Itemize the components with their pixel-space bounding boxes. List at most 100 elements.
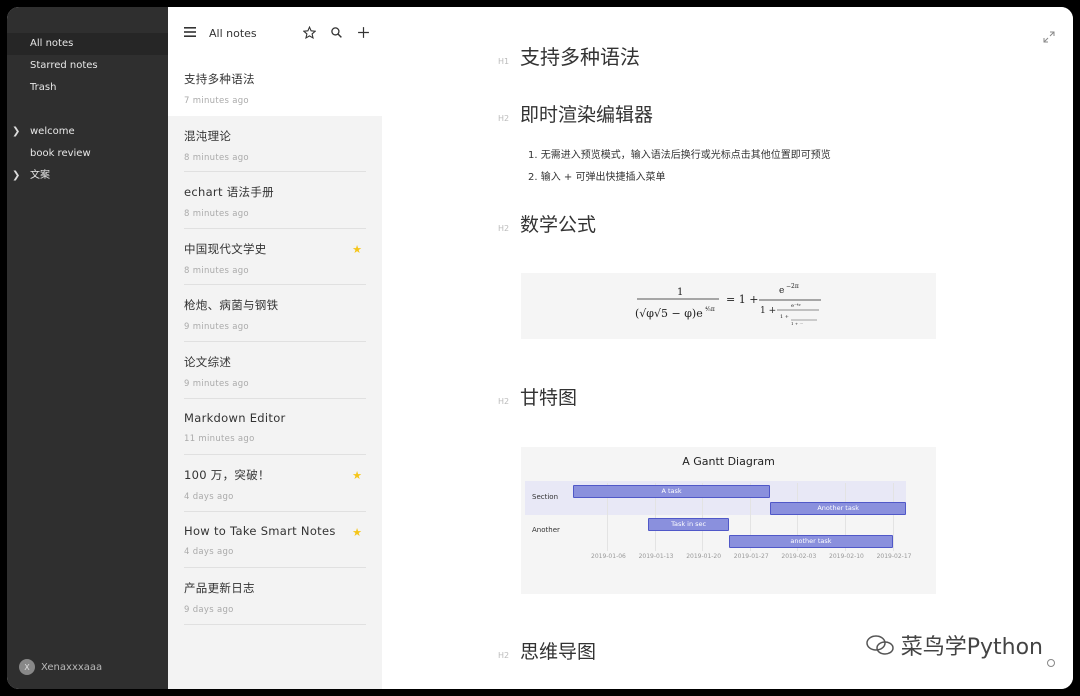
folder-label: 文案 xyxy=(30,170,50,181)
note-title: 支持多种语法 xyxy=(184,72,255,86)
list-item: 2. 输入 + 可弹出快捷插入菜单 xyxy=(528,172,666,183)
heading-text: 即时渲染编辑器 xyxy=(520,104,654,126)
gantt-tick-label: 2019-02-03 xyxy=(781,553,817,560)
menu-icon[interactable] xyxy=(183,26,197,40)
folder-label: book review xyxy=(30,148,91,159)
heading-h2: H2 即时渲染编辑器 xyxy=(498,100,653,127)
list-item: 1. 无需进入预览模式，输入语法后换行或光标点击其他位置即可预览 xyxy=(528,150,831,161)
note-list-title: All notes xyxy=(209,26,257,40)
user-profile[interactable]: X Xenaxxxaaa xyxy=(19,659,102,675)
gantt-section-label: Section xyxy=(532,493,559,501)
sidebar-item-trash[interactable]: Trash xyxy=(7,77,168,99)
svg-text:1 +: 1 + xyxy=(780,314,789,320)
note-list-header: All notes xyxy=(168,7,382,59)
gantt-tick-label: 2019-02-17 xyxy=(876,553,912,560)
svg-text:1: 1 xyxy=(677,287,683,298)
note-timestamp: 9 minutes ago xyxy=(184,322,249,333)
gantt-gridline xyxy=(892,483,894,551)
note-list-item[interactable]: Markdown Editor 11 minutes ago xyxy=(168,399,382,456)
svg-text:e: e xyxy=(779,286,784,296)
note-timestamp: 9 minutes ago xyxy=(184,378,249,389)
sidebar-item-starred-notes[interactable]: Starred notes xyxy=(7,55,168,77)
svg-text:−2π: −2π xyxy=(786,283,799,290)
note-list-item[interactable]: 支持多种语法 7 minutes ago xyxy=(168,59,382,116)
expand-icon[interactable] xyxy=(1043,31,1055,43)
note-title: 混沌理论 xyxy=(184,128,232,143)
note-list-item[interactable]: echart 语法手册 8 minutes ago xyxy=(168,172,382,229)
note-title: echart 语法手册 xyxy=(184,185,274,200)
gantt-task-bar: A task xyxy=(573,485,771,498)
note-list-item[interactable]: How to Take Smart Notes 4 days ago ★ xyxy=(168,512,382,569)
folder-welcome[interactable]: ❯ welcome xyxy=(7,121,168,143)
note-title: 中国现代文学史 xyxy=(184,241,267,256)
math-formula-block[interactable]: 1 (√φ√5 − φ)e ⁴⁄₅π = 1 + e −2π 1 + e⁻⁴ᵖ … xyxy=(521,273,936,339)
ordered-list: 1. 无需进入预览模式，输入语法后换行或光标点击其他位置即可预览 2. 输入 +… xyxy=(528,145,831,189)
note-title: 产品更新日志 xyxy=(184,581,255,596)
note-title: 论文综述 xyxy=(184,354,232,369)
svg-text:1 +: 1 + xyxy=(760,306,776,316)
heading-h2: H2 思维导图 xyxy=(498,637,596,664)
editor[interactable]: H1 支持多种语法 H2 即时渲染编辑器 1. 无需进入预览模式，输入语法后换行… xyxy=(382,7,1073,689)
note-list-item[interactable]: 枪炮、病菌与钢铁 9 minutes ago xyxy=(168,285,382,342)
folder-book-review[interactable]: book review xyxy=(7,143,168,165)
sidebar-item-label: Trash xyxy=(30,82,57,93)
watermark-text: 菜鸟学Python xyxy=(900,635,1043,660)
note-timestamp: 8 minutes ago xyxy=(184,152,249,163)
plus-icon[interactable] xyxy=(356,26,370,40)
heading-tag: H2 xyxy=(498,224,510,233)
wechat-logo-icon xyxy=(865,635,894,655)
note-title: 枪炮、病菌与钢铁 xyxy=(184,298,279,313)
note-title: 100 万，突破！ xyxy=(184,468,270,483)
sidebar-nav: All notes Starred notes Trash xyxy=(7,33,168,99)
svg-text:1 + ···: 1 + ··· xyxy=(791,321,803,326)
note-list-item[interactable]: 混沌理论 8 minutes ago xyxy=(168,116,382,173)
app-window: All notes Starred notes Trash ❯ welcome b… xyxy=(7,7,1073,689)
sync-icon[interactable] xyxy=(1047,659,1055,667)
svg-text:⁴⁄₅π: ⁴⁄₅π xyxy=(705,306,715,313)
folder-label: welcome xyxy=(30,126,75,137)
heading-text: 甘特图 xyxy=(520,387,578,409)
heading-tag: H2 xyxy=(498,651,510,660)
heading-text: 数学公式 xyxy=(520,214,597,236)
star-outline-icon[interactable] xyxy=(302,25,316,40)
note-timestamp: 9 days ago xyxy=(184,605,234,616)
gantt-tick-label: 2019-01-13 xyxy=(638,553,674,560)
user-name: Xenaxxxaaa xyxy=(41,661,103,673)
svg-text:= 1 +: = 1 + xyxy=(726,293,758,306)
heading-h2: H2 甘特图 xyxy=(498,383,577,410)
note-list: All notes 支持多种语法 7 minutes ago 混沌理论 8 minut… xyxy=(168,7,382,689)
sidebar-folders: ❯ welcome book review ❯ 文案 xyxy=(7,121,168,187)
gantt-section-label: Another xyxy=(532,526,560,534)
star-filled-icon[interactable]: ★ xyxy=(352,526,362,539)
search-icon[interactable] xyxy=(329,26,343,40)
heading-text: 思维导图 xyxy=(520,641,597,663)
svg-text:(√φ√5 − φ)e: (√φ√5 − φ)e xyxy=(635,307,703,320)
sidebar-item-label: All notes xyxy=(30,38,74,49)
folder-wenan[interactable]: ❯ 文案 xyxy=(7,165,168,187)
sidebar: All notes Starred notes Trash ❯ welcome b… xyxy=(7,7,168,689)
star-filled-icon[interactable]: ★ xyxy=(352,469,362,482)
divider xyxy=(184,623,366,625)
chevron-right-icon[interactable]: ❯ xyxy=(12,121,20,143)
note-title: Markdown Editor xyxy=(184,410,286,425)
heading-tag: H2 xyxy=(498,397,510,406)
gantt-tick-label: 2019-01-20 xyxy=(686,553,722,560)
note-list-item[interactable]: 产品更新日志 9 days ago xyxy=(168,568,382,625)
note-list-item[interactable]: 100 万，突破！ 4 days ago ★ xyxy=(168,455,382,512)
heading-h1: H1 支持多种语法 xyxy=(498,41,640,70)
gantt-chart-block[interactable]: A Gantt Diagram Section Another 2019-01-… xyxy=(521,447,936,594)
avatar: X xyxy=(19,659,35,675)
sidebar-item-all-notes[interactable]: All notes xyxy=(7,33,168,55)
star-filled-icon[interactable]: ★ xyxy=(352,243,362,256)
heading-text: 支持多种语法 xyxy=(520,45,640,69)
note-title: How to Take Smart Notes xyxy=(184,523,336,538)
gantt-task-bar: Another task xyxy=(770,502,907,515)
gantt-title: A Gantt Diagram xyxy=(682,455,775,468)
note-timestamp: 4 days ago xyxy=(184,492,234,503)
gantt-task-bar: Task in sec xyxy=(647,518,730,531)
note-list-item[interactable]: 中国现代文学史 8 minutes ago ★ xyxy=(168,229,382,286)
note-timestamp: 8 minutes ago xyxy=(184,265,249,276)
sidebar-item-label: Starred notes xyxy=(30,60,98,71)
chevron-right-icon[interactable]: ❯ xyxy=(12,165,20,187)
note-list-item[interactable]: 论文综述 9 minutes ago xyxy=(168,342,382,399)
